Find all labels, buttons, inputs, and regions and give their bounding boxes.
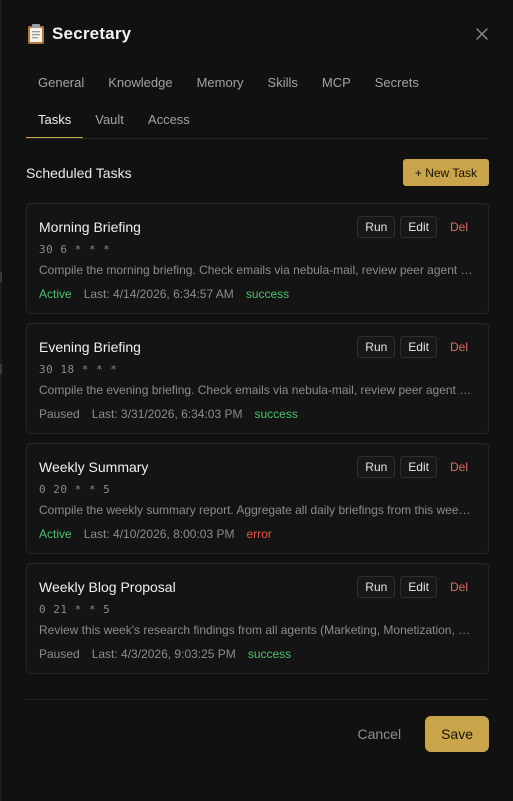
run-button[interactable]: Run — [357, 336, 396, 358]
footer-divider — [26, 699, 489, 700]
delete-button[interactable]: Del — [442, 576, 476, 598]
edit-button[interactable]: Edit — [400, 456, 437, 478]
edit-button[interactable]: Edit — [400, 576, 437, 598]
tab-skills[interactable]: Skills — [256, 72, 310, 100]
status-badge: Paused — [39, 647, 80, 661]
task-actions: Run Edit Del — [357, 216, 476, 238]
task-name: Evening Briefing — [39, 339, 141, 355]
task-card: Evening Briefing Run Edit Del 30 18 * * … — [26, 323, 489, 434]
delete-button[interactable]: Del — [442, 216, 476, 238]
tab-mcp[interactable]: MCP — [310, 72, 363, 100]
settings-dialog: Secretary General Knowledge Memory Skill… — [2, 0, 513, 801]
task-meta: Active Last: 4/14/2026, 6:34:57 AM succe… — [39, 287, 289, 301]
save-button[interactable]: Save — [425, 716, 489, 752]
dialog-title: Secretary — [52, 24, 132, 43]
tab-access[interactable]: Access — [136, 109, 202, 137]
task-meta: Paused Last: 4/3/2026, 9:03:25 PM succes… — [39, 647, 291, 661]
last-result: success — [254, 407, 298, 421]
section-title: Scheduled Tasks — [26, 164, 132, 181]
tab-tasks[interactable]: Tasks — [26, 109, 84, 139]
clipboard-icon — [26, 23, 46, 45]
last-run: Last: 4/10/2026, 8:00:03 PM — [83, 527, 235, 541]
last-run: Last: 4/14/2026, 6:34:57 AM — [83, 287, 234, 301]
run-button[interactable]: Run — [357, 456, 396, 478]
task-description: Compile the evening briefing. Check emai… — [39, 383, 475, 397]
delete-button[interactable]: Del — [442, 456, 476, 478]
dialog-title-group: Secretary — [26, 23, 131, 45]
last-result: error — [246, 527, 272, 541]
delete-button[interactable]: Del — [442, 336, 476, 358]
task-actions: Run Edit Del — [357, 456, 476, 478]
tab-secrets[interactable]: Secrets — [363, 72, 431, 100]
cancel-button[interactable]: Cancel — [357, 726, 401, 742]
task-schedule: 0 21 * * 5 — [39, 603, 111, 616]
task-card: Weekly Blog Proposal Run Edit Del 0 21 *… — [26, 563, 489, 674]
last-run: Last: 4/3/2026, 9:03:25 PM — [91, 647, 236, 661]
task-name: Morning Briefing — [39, 219, 141, 235]
tab-bar-row-2: Tasks Vault Access — [26, 109, 202, 139]
edit-button[interactable]: Edit — [400, 216, 437, 238]
task-actions: Run Edit Del — [357, 336, 476, 358]
task-schedule: 0 20 * * 5 — [39, 483, 111, 496]
run-button[interactable]: Run — [357, 216, 396, 238]
status-badge: Active — [39, 527, 72, 541]
task-description: Compile the morning briefing. Check emai… — [39, 263, 475, 277]
task-card: Morning Briefing Run Edit Del 30 6 * * *… — [26, 203, 489, 314]
tab-vault[interactable]: Vault — [83, 109, 136, 137]
task-description: Compile the weekly summary report. Aggre… — [39, 503, 475, 517]
task-actions: Run Edit Del — [357, 576, 476, 598]
last-result: success — [245, 287, 290, 301]
scheduled-tasks-header: Scheduled Tasks + New Task — [26, 159, 489, 186]
status-badge: Paused — [39, 407, 80, 421]
edit-button[interactable]: Edit — [400, 336, 437, 358]
tab-general[interactable]: General — [26, 72, 96, 100]
tabs-divider — [26, 138, 489, 139]
dialog-header: Secretary — [26, 20, 489, 48]
task-meta: Paused Last: 3/31/2026, 6:34:03 PM succe… — [39, 407, 298, 421]
task-meta: Active Last: 4/10/2026, 8:00:03 PM error — [39, 527, 272, 541]
task-description: Review this week's research findings fro… — [39, 623, 475, 637]
task-schedule: 30 18 * * * — [39, 363, 118, 376]
tab-bar-row-1: General Knowledge Memory Skills MCP Secr… — [26, 72, 431, 100]
dialog-footer: Cancel Save — [357, 716, 489, 752]
task-card: Weekly Summary Run Edit Del 0 20 * * 5 C… — [26, 443, 489, 554]
task-name: Weekly Blog Proposal — [39, 579, 176, 595]
status-badge: Active — [39, 287, 72, 301]
run-button[interactable]: Run — [357, 576, 396, 598]
new-task-button[interactable]: + New Task — [402, 159, 489, 186]
tab-memory[interactable]: Memory — [185, 72, 256, 100]
task-name: Weekly Summary — [39, 459, 149, 475]
tab-knowledge[interactable]: Knowledge — [96, 72, 184, 100]
close-icon[interactable] — [475, 27, 489, 41]
task-schedule: 30 6 * * * — [39, 243, 111, 256]
last-run: Last: 3/31/2026, 6:34:03 PM — [91, 407, 243, 421]
last-result: success — [247, 647, 292, 661]
